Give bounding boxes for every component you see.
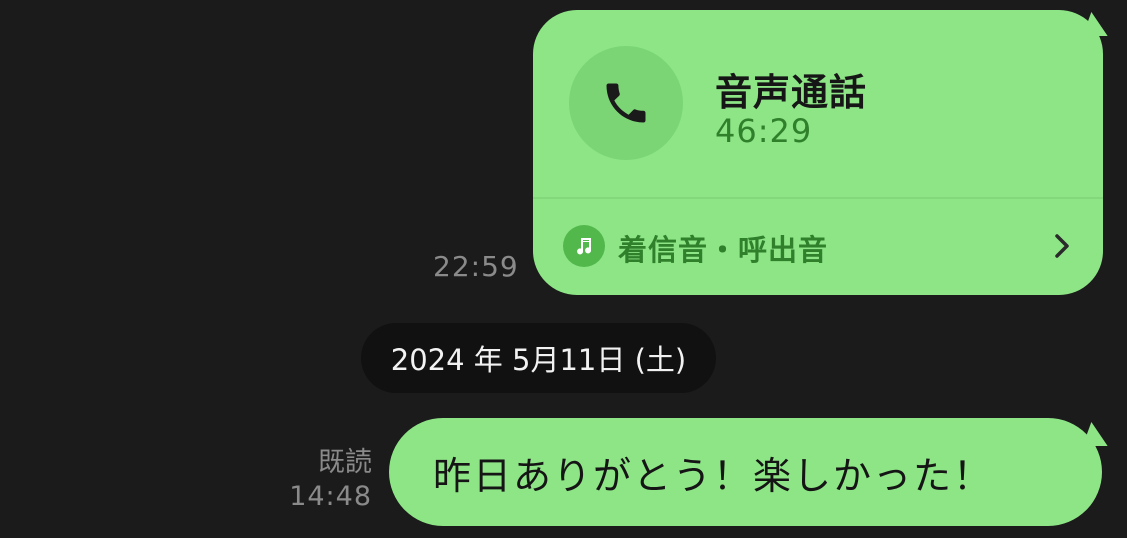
message-sent-time: 14:48 (289, 481, 372, 512)
ringtone-label: 着信音・呼出音 (618, 233, 829, 267)
phone-icon (569, 46, 683, 160)
call-type-title: 音声通話 (715, 71, 867, 114)
call-sent-time: 22:59 (433, 250, 519, 283)
read-receipt: 既読 14:48 (289, 446, 372, 514)
read-status: 既読 (318, 447, 372, 478)
chevron-right-icon (1053, 232, 1071, 264)
chat-screen: 音声通話 46:29 着信音・呼出音 22:59 2024 年 5月11日 (土… (0, 0, 1127, 538)
call-bubble-tail (1082, 12, 1117, 36)
date-separator: 2024 年 5月11日 (土) (361, 323, 716, 393)
ringtone-settings-row[interactable]: 着信音・呼出音 (533, 199, 1103, 295)
text-bubble-tail (1082, 422, 1117, 446)
music-note-icon (563, 225, 605, 267)
voice-call-message-bubble[interactable]: 音声通話 46:29 着信音・呼出音 (533, 10, 1103, 295)
call-duration: 46:29 (715, 112, 813, 150)
text-message-bubble[interactable]: 昨日ありがとう！楽しかった！ (389, 418, 1102, 526)
